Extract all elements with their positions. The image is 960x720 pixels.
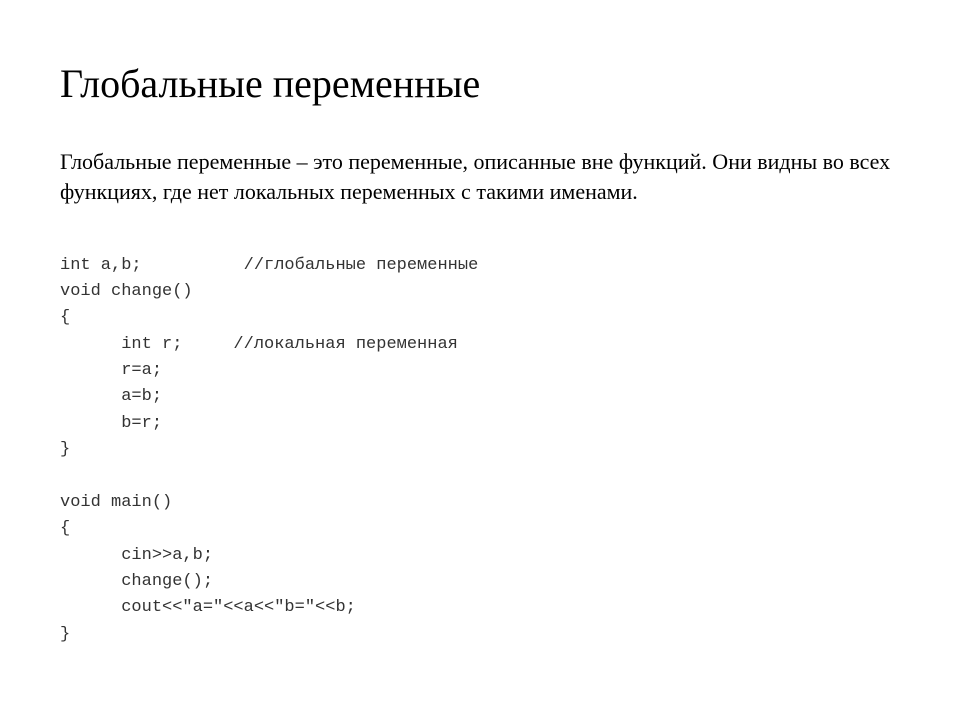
code-line: cout<<"a="<<a<<"b="<<b;: [60, 598, 356, 617]
code-example: int a,b; //глобальные переменные void ch…: [60, 226, 900, 648]
page-title: Глобальные переменные: [60, 60, 900, 107]
code-line: a=b;: [60, 387, 162, 406]
code-line: void main(): [60, 493, 172, 512]
code-line: b=r;: [60, 414, 162, 433]
code-line: {: [60, 519, 70, 538]
code-line: int r; //локальная переменная: [60, 335, 458, 354]
code-line: }: [60, 440, 70, 459]
code-line: void change(): [60, 282, 193, 301]
code-line: int a,b; //глобальные переменные: [60, 256, 478, 275]
code-line: r=a;: [60, 361, 162, 380]
code-line: }: [60, 625, 70, 644]
description-text: Глобальные переменные – это переменные, …: [60, 147, 900, 206]
code-line: change();: [60, 572, 213, 591]
code-line: cin>>a,b;: [60, 546, 213, 565]
code-line: {: [60, 308, 70, 327]
